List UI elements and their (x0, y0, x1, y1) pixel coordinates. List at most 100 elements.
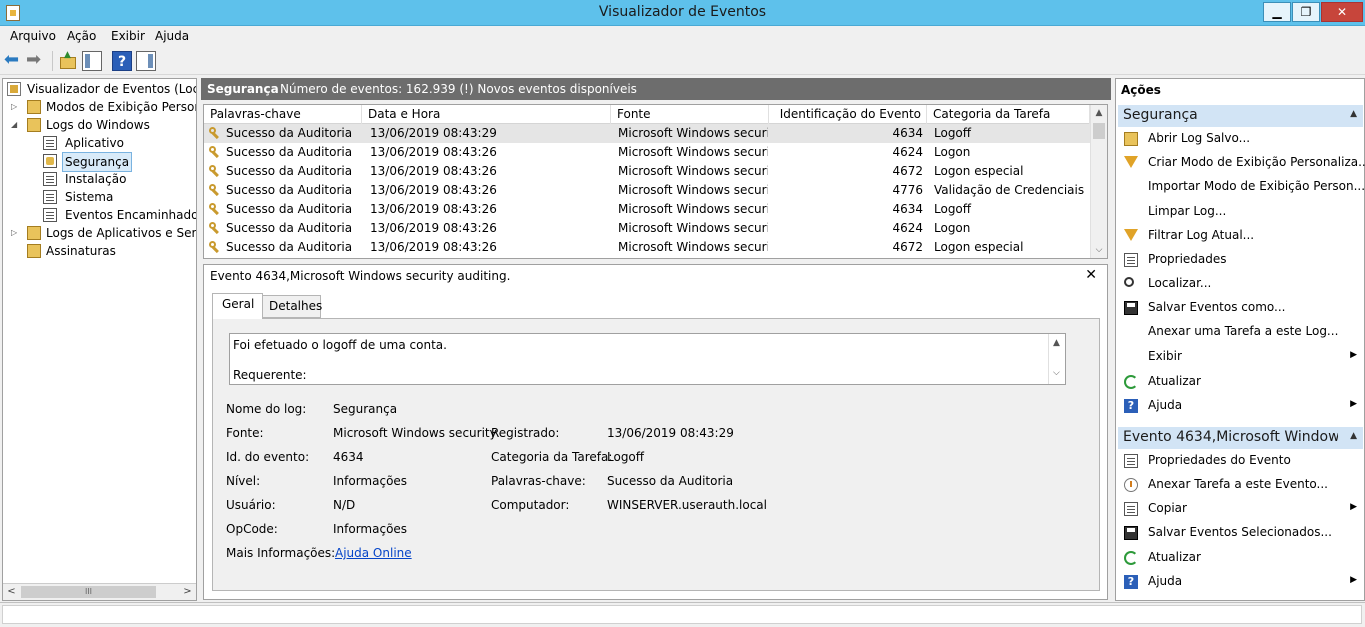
menu-ajuda[interactable]: Ajuda (155, 29, 189, 43)
table-cell: Microsoft Windows securi... (618, 145, 768, 159)
menu-arquivo[interactable]: Arquivo (10, 29, 56, 43)
filter-icon (1124, 229, 1138, 241)
column-header-keywords[interactable]: Palavras-chave (204, 105, 362, 124)
window-title: Visualizador de Eventos (598, 4, 767, 20)
action-exibir[interactable]: Exibir ▶ (1118, 346, 1363, 368)
scroll-thumb[interactable]: III (21, 586, 156, 598)
action-criar-modo-de-exibicao-personaliza[interactable]: Criar Modo de Exibição Personaliza... (1118, 152, 1365, 174)
prop-user-value: N/D (333, 498, 356, 512)
binoculars-icon (1124, 277, 1134, 287)
show-hide-tree-icon[interactable] (82, 51, 102, 71)
prop-log-name-value: Segurança (333, 402, 398, 416)
submenu-arrow-icon: ▶ (1350, 575, 1357, 585)
scroll-left-icon[interactable]: < (3, 584, 20, 600)
table-cell: 4634 (892, 202, 923, 216)
table-cell: Logon especial (934, 240, 1024, 254)
expand-arrow-icon[interactable]: ▷ (11, 224, 17, 242)
column-header-datetime[interactable]: Data e Hora (362, 105, 611, 124)
description-line-2: Requerente: (233, 368, 307, 382)
tree-horizontal-scrollbar[interactable]: < III > (3, 583, 196, 600)
collapse-arrow-icon[interactable]: ▲ (1350, 431, 1357, 441)
action-propriedades[interactable]: Propriedades (1118, 249, 1363, 271)
action-abrir-log-salvo[interactable]: Abrir Log Salvo... (1118, 128, 1363, 150)
table-row[interactable]: Sucesso da Auditoria 13/06/2019 08:43:26 M… (204, 200, 1090, 219)
action-anexar-uma-tarefa-a-este-log[interactable]: Anexar uma Tarefa a este Log... (1118, 321, 1363, 343)
table-cell: 13/06/2019 08:43:26 (370, 183, 497, 197)
maximize-button[interactable]: ❐ (1292, 2, 1320, 22)
prop-recorded-value: 13/06/2019 08:43:29 (607, 426, 734, 440)
online-help-link[interactable]: Ajuda Online (335, 546, 412, 560)
properties-icon (1124, 253, 1138, 267)
help-icon: ? (1124, 399, 1138, 413)
action-salvar-eventos-selecionados[interactable]: Salvar Eventos Selecionados... (1118, 522, 1363, 544)
menu-exibir[interactable]: Exibir (111, 29, 145, 43)
action-propriedades-do-evento[interactable]: Propriedades do Evento (1118, 450, 1363, 472)
close-button[interactable]: ✕ (1321, 2, 1363, 22)
column-header-event-id[interactable]: Identificação do Evento (769, 105, 927, 124)
scroll-thumb[interactable] (1093, 123, 1105, 139)
action-importar-modo-de-exibicao-person[interactable]: Importar Modo de Exibição Person... (1118, 176, 1365, 198)
column-header-task-category[interactable]: Categoria da Tarefa (927, 105, 1090, 124)
minimize-button[interactable]: ▁ (1263, 2, 1291, 22)
table-row[interactable]: Sucesso da Auditoria 13/06/2019 08:43:26 M… (204, 219, 1090, 238)
table-cell: Sucesso da Auditoria (226, 164, 353, 178)
scroll-right-icon[interactable]: > (179, 584, 196, 600)
collapse-arrow-icon[interactable]: ◢ (11, 116, 17, 134)
prop-keywords-value: Sucesso da Auditoria (607, 474, 734, 488)
action-copiar[interactable]: Copiar ▶ (1118, 498, 1363, 520)
save-icon (1124, 526, 1138, 540)
action-ajuda[interactable]: ? Ajuda ▶ (1118, 571, 1363, 593)
table-cell: 13/06/2019 08:43:26 (370, 145, 497, 159)
actions-section-seguranca[interactable]: Segurança ▲ (1118, 105, 1363, 127)
table-cell: 13/06/2019 08:43:26 (370, 164, 497, 178)
description-scrollbar[interactable]: ▲ ⌵ (1048, 334, 1065, 384)
action-salvar-eventos-como[interactable]: Salvar Eventos como... (1118, 297, 1363, 319)
action-limpar-log[interactable]: Limpar Log... (1118, 201, 1363, 223)
audit-success-key-icon (209, 146, 221, 158)
table-cell: Microsoft Windows securi... (618, 221, 768, 235)
show-hide-action-icon[interactable] (136, 51, 156, 71)
prop-log-name-label: Nome do log: (226, 402, 307, 416)
up-folder-icon[interactable] (58, 50, 78, 71)
action-ajuda[interactable]: ? Ajuda ▶ (1118, 395, 1363, 417)
table-row[interactable]: Sucesso da Auditoria 13/06/2019 08:43:26 M… (204, 238, 1090, 257)
table-cell: Logon (934, 145, 971, 159)
help-icon[interactable]: ? (112, 51, 132, 71)
actions-section-event[interactable]: Evento 4634,Microsoft Windows security a… (1118, 427, 1363, 449)
back-arrow-icon[interactable]: ⬅ (4, 51, 24, 71)
expand-arrow-icon[interactable]: ▷ (11, 98, 17, 116)
prop-level-label: Nível: (226, 474, 261, 488)
table-row[interactable]: Sucesso da Auditoria 13/06/2019 08:43:26 M… (204, 162, 1090, 181)
table-row[interactable]: Sucesso da Auditoria 13/06/2019 08:43:26 M… (204, 181, 1090, 200)
action-atualizar[interactable]: Atualizar (1118, 371, 1363, 393)
scroll-up-icon[interactable]: ▲ (1091, 105, 1107, 121)
table-cell: Sucesso da Auditoria (226, 240, 353, 254)
prop-computer-value: WINSERVER.userauth.local (607, 498, 767, 512)
action-anexar-tarefa-a-este-evento[interactable]: Anexar Tarefa a este Evento... (1118, 474, 1363, 496)
refresh-icon (1124, 375, 1138, 389)
table-cell: 4634 (892, 126, 923, 140)
menu-acao[interactable]: Ação (67, 29, 96, 43)
tab-geral[interactable]: Geral (212, 293, 263, 319)
event-description-box[interactable]: Foi efetuado o logoff de uma conta. Requ… (229, 333, 1066, 385)
scroll-down-icon[interactable]: ⌵ (1053, 368, 1060, 378)
event-viewer-icon (7, 82, 21, 96)
collapse-arrow-icon[interactable]: ▲ (1350, 109, 1357, 119)
table-row[interactable]: Sucesso da Auditoria 13/06/2019 08:43:26 M… (204, 143, 1090, 162)
scroll-down-icon[interactable]: ⌵ (1091, 242, 1107, 258)
forward-arrow-icon[interactable]: ➡ (26, 51, 46, 71)
scroll-up-icon[interactable]: ▲ (1053, 338, 1060, 348)
tab-detalhes[interactable]: Detalhes (262, 295, 322, 318)
event-detail-title: Evento 4634,Microsoft Windows security a… (210, 269, 511, 283)
action-localizar[interactable]: Localizar... (1118, 273, 1363, 295)
toolbar: ⬅ ➡ ? (0, 47, 1365, 75)
audit-success-key-icon (209, 203, 221, 215)
column-header-source[interactable]: Fonte (611, 105, 769, 124)
log-header-summary: Número de eventos: 162.939 (!) Novos eve… (280, 82, 637, 96)
close-detail-icon[interactable]: ✕ (1085, 267, 1097, 283)
table-row[interactable]: Sucesso da Auditoria 13/06/2019 08:43:29 M… (204, 124, 1090, 143)
grid-vertical-scrollbar[interactable]: ▲ ⌵ (1090, 105, 1107, 258)
action-filtrar-log-atual[interactable]: Filtrar Log Atual... (1118, 225, 1363, 247)
action-atualizar[interactable]: Atualizar (1118, 547, 1363, 569)
task-icon (1124, 478, 1138, 492)
